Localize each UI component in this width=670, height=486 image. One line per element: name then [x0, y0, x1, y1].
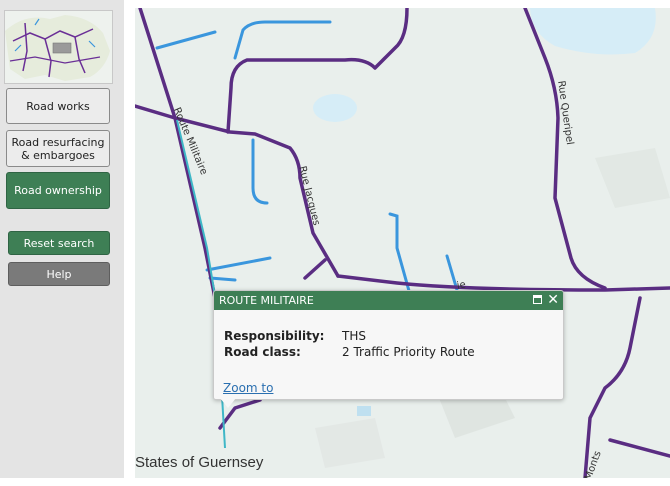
map-attribution: States of Guernsey	[135, 454, 264, 471]
popup-field-value: 2 Traffic Priority Route	[342, 345, 475, 359]
popup-header: ROUTE MILITAIRE ✕	[214, 291, 563, 310]
popup-title: ROUTE MILITAIRE	[219, 294, 314, 307]
pond-west	[313, 94, 357, 122]
reset-search-button[interactable]: Reset search	[8, 231, 110, 255]
map-canvas	[135, 8, 670, 478]
popup-row-responsibility: Responsibility: THS	[224, 329, 366, 343]
popup-field-value: THS	[342, 329, 366, 343]
road-ownership-label: Road ownership	[14, 184, 102, 197]
map-view[interactable]: Route Militaire Rue Jacques Rue Queripel…	[135, 8, 670, 478]
zoom-to-link[interactable]: Zoom to	[223, 381, 273, 395]
sidebar: Road works Road resurfacing & embargoes …	[0, 0, 124, 478]
road-resurfacing-label: Road resurfacing & embargoes	[11, 135, 105, 162]
pond-small	[357, 406, 371, 416]
popup-field-key: Road class:	[224, 345, 301, 359]
road-resurfacing-button[interactable]: Road resurfacing & embargoes	[6, 130, 110, 167]
overview-map[interactable]	[4, 10, 113, 84]
help-button[interactable]: Help	[8, 262, 110, 286]
road-works-label: Road works	[26, 99, 90, 113]
maximize-icon[interactable]	[533, 295, 542, 304]
reset-search-label: Reset search	[23, 236, 95, 250]
popup-row-road-class: Road class: 2 Traffic Priority Route	[224, 345, 475, 359]
road-works-button[interactable]: Road works	[6, 88, 110, 124]
popup-pointer	[220, 398, 236, 408]
info-popup: ROUTE MILITAIRE ✕ Responsibility: THS Roa…	[213, 290, 564, 408]
road-ownership-button[interactable]: Road ownership	[6, 172, 110, 209]
help-label: Help	[46, 267, 72, 281]
popup-field-key: Responsibility:	[224, 329, 325, 343]
close-icon[interactable]: ✕	[547, 292, 559, 308]
overview-map-image	[5, 11, 112, 83]
